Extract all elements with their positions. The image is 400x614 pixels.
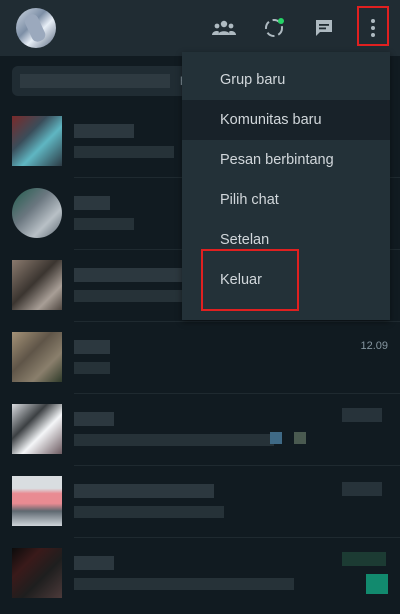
search-placeholder-blurred [20,74,170,88]
menu-icon-highlight-box [357,6,389,46]
logout-highlight-box [201,249,299,311]
menu-item-new-community[interactable]: Komunitas baru [182,100,390,140]
chat-name-blurred [74,412,114,426]
chat-avatar [12,332,62,382]
chat-preview-blurred [74,218,134,230]
status-icon[interactable] [258,12,290,44]
menu-item-starred-messages[interactable]: Pesan berbintang [182,140,390,180]
chat-preview-blurred [74,146,174,158]
chat-meta-blurred [342,552,386,566]
chat-preview-blurred [294,432,306,444]
profile-avatar[interactable] [16,8,56,48]
chat-name-blurred [74,484,214,498]
app-header [0,0,400,56]
chat-row[interactable]: 12.09 [0,322,400,394]
chat-preview-blurred [74,578,294,590]
chat-preview-blurred [74,434,274,446]
unread-badge-blurred [366,574,388,594]
chat-avatar [12,188,62,238]
chat-avatar [12,116,62,166]
chat-name-blurred [74,268,184,282]
chat-row[interactable] [0,394,400,466]
chat-name-blurred [74,340,110,354]
chat-preview-blurred [74,290,184,302]
chat-time: 12.09 [360,340,388,352]
status-unread-dot [278,18,284,24]
menu-item-new-group[interactable]: Grup baru [182,60,390,100]
chat-name-blurred [74,556,114,570]
chat-preview-blurred [74,506,224,518]
chat-meta-blurred [342,408,382,422]
chat-meta-blurred [342,482,382,496]
chat-avatar [12,404,62,454]
chat-preview-blurred [74,362,110,374]
chat-name-blurred [74,196,110,210]
chat-row[interactable] [0,538,400,610]
chat-row[interactable] [0,466,400,538]
chat-preview-blurred [270,432,282,444]
menu-item-select-chats[interactable]: Pilih chat [182,180,390,220]
chat-name-blurred [74,124,134,138]
community-icon[interactable] [208,12,240,44]
chat-avatar [12,548,62,598]
chat-avatar [12,476,62,526]
new-chat-icon[interactable] [308,12,340,44]
chat-avatar [12,260,62,310]
